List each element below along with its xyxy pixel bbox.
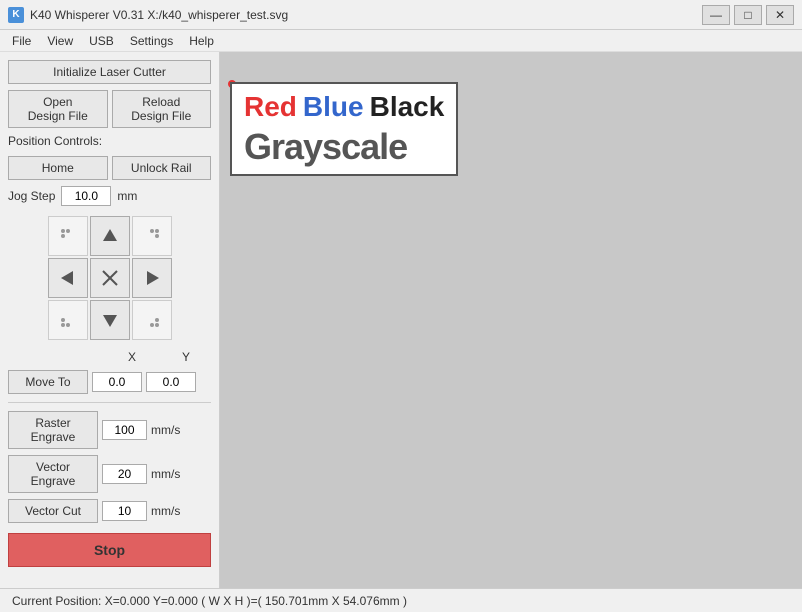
- jog-step-input[interactable]: [61, 186, 111, 206]
- canvas-area: Red Blue Black Grayscale: [220, 52, 802, 588]
- status-text: Current Position: X=0.000 Y=0.000 ( W X …: [12, 594, 407, 608]
- vector-engrave-button[interactable]: Vector Engrave: [8, 455, 98, 493]
- jog-lower-left[interactable]: [48, 300, 88, 340]
- jog-step-unit: mm: [117, 189, 137, 203]
- stop-button[interactable]: Stop: [8, 533, 211, 567]
- divider-1: [8, 402, 211, 403]
- raster-engrave-button[interactable]: Raster Engrave: [8, 411, 98, 449]
- jog-step-label: Jog Step: [8, 189, 55, 203]
- title-bar: K K40 Whisperer V0.31 X:/k40_whisperer_t…: [0, 0, 802, 30]
- vector-engrave-unit: mm/s: [151, 467, 180, 481]
- move-to-button[interactable]: Move To: [8, 370, 88, 394]
- main-layout: Initialize Laser Cutter Open Design File…: [0, 52, 802, 588]
- jog-right-button[interactable]: [132, 258, 172, 298]
- initialize-button[interactable]: Initialize Laser Cutter: [8, 60, 211, 84]
- preview-text-black: Black: [370, 92, 445, 123]
- home-button[interactable]: Home: [8, 156, 108, 180]
- vector-cut-unit: mm/s: [151, 504, 180, 518]
- minimize-button[interactable]: —: [702, 5, 730, 25]
- app-icon: K: [8, 7, 24, 23]
- preview-line-1: Red Blue Black: [244, 92, 444, 123]
- vector-engrave-row: Vector Engrave mm/s: [8, 455, 211, 493]
- vector-engrave-speed-input[interactable]: [102, 464, 147, 484]
- preview-box: Red Blue Black Grayscale: [230, 82, 458, 176]
- jog-step-row: Jog Step mm: [8, 186, 211, 206]
- jog-up-button[interactable]: [90, 216, 130, 256]
- home-unlock-row: Home Unlock Rail: [8, 156, 211, 180]
- jog-grid: [8, 216, 211, 340]
- status-bar: Current Position: X=0.000 Y=0.000 ( W X …: [0, 588, 802, 612]
- menu-bar: File View USB Settings Help: [0, 30, 802, 52]
- window-controls: — □ ✕: [702, 5, 794, 25]
- vector-cut-row: Vector Cut mm/s: [8, 499, 211, 523]
- jog-center-button[interactable]: [90, 258, 130, 298]
- close-button[interactable]: ✕: [766, 5, 794, 25]
- menu-settings[interactable]: Settings: [122, 32, 181, 50]
- title-text: K40 Whisperer V0.31 X:/k40_whisperer_tes…: [30, 8, 702, 22]
- menu-help[interactable]: Help: [181, 32, 222, 50]
- preview-text-blue: Blue: [303, 92, 364, 123]
- raster-engrave-speed-input[interactable]: [102, 420, 147, 440]
- jog-left-button[interactable]: [48, 258, 88, 298]
- vector-cut-speed-input[interactable]: [102, 501, 147, 521]
- vector-cut-button[interactable]: Vector Cut: [8, 499, 98, 523]
- jog-lower-right[interactable]: [132, 300, 172, 340]
- jog-down-button[interactable]: [90, 300, 130, 340]
- menu-usb[interactable]: USB: [81, 32, 122, 50]
- maximize-button[interactable]: □: [734, 5, 762, 25]
- raster-engrave-unit: mm/s: [151, 423, 180, 437]
- position-controls-label: Position Controls:: [8, 134, 211, 148]
- preview-text-red: Red: [244, 92, 297, 123]
- file-buttons-row: Open Design File Reload Design File: [8, 90, 211, 128]
- reload-design-button[interactable]: Reload Design File: [112, 90, 212, 128]
- left-panel: Initialize Laser Cutter Open Design File…: [0, 52, 220, 588]
- unlock-rail-button[interactable]: Unlock Rail: [112, 156, 212, 180]
- y-axis-label: Y: [161, 350, 211, 364]
- menu-file[interactable]: File: [4, 32, 39, 50]
- y-coord-input[interactable]: [146, 372, 196, 392]
- preview-text-grayscale: Grayscale: [244, 127, 444, 167]
- open-design-button[interactable]: Open Design File: [8, 90, 108, 128]
- menu-view[interactable]: View: [39, 32, 81, 50]
- x-axis-label: X: [107, 350, 157, 364]
- jog-upper-right[interactable]: [132, 216, 172, 256]
- raster-engrave-row: Raster Engrave mm/s: [8, 411, 211, 449]
- x-coord-input[interactable]: [92, 372, 142, 392]
- jog-upper-left[interactable]: [48, 216, 88, 256]
- move-to-row: Move To: [8, 370, 211, 394]
